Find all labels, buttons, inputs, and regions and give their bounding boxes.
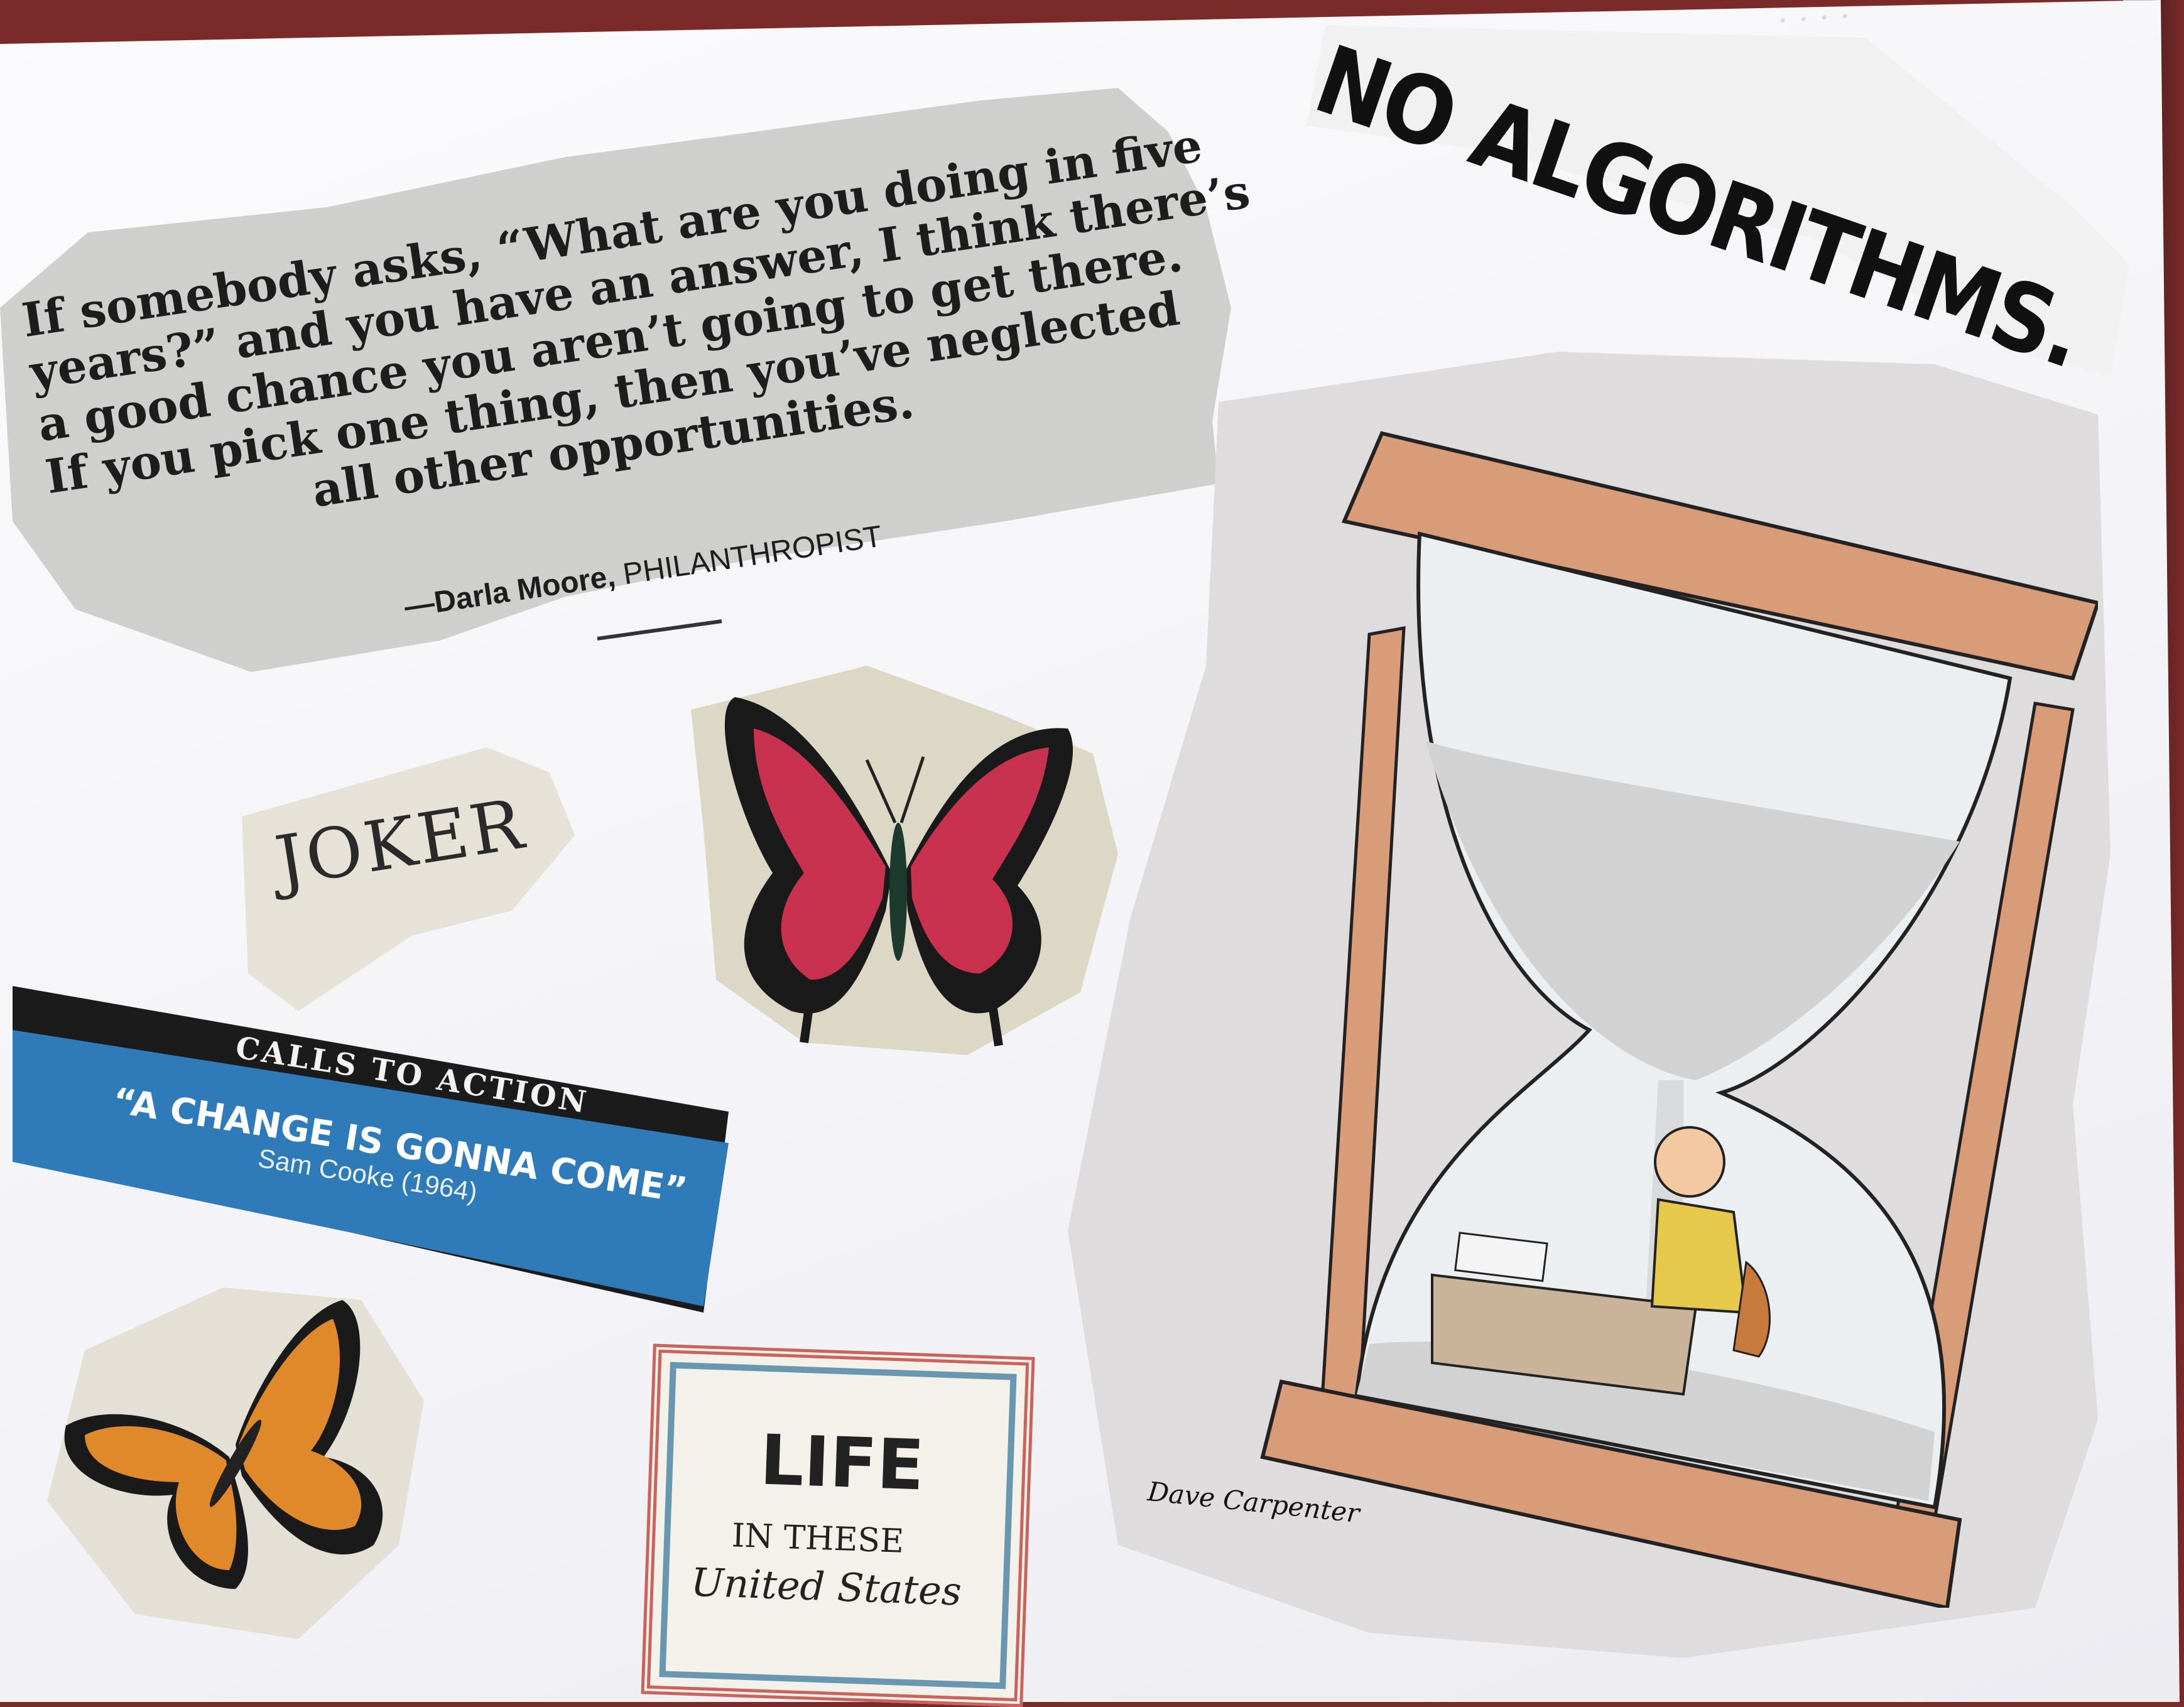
red-butterfly-icon [724,697,1073,1047]
life-subtitle-italic: United States [690,1559,962,1615]
life-subtitle: IN THESE [731,1517,905,1561]
hourglass-icon [1260,431,2098,1608]
bleed-through-writing: · · · · [1776,0,1852,40]
life-title: LIFE [758,1419,926,1506]
monarch-butterfly-icon [64,1300,383,1589]
